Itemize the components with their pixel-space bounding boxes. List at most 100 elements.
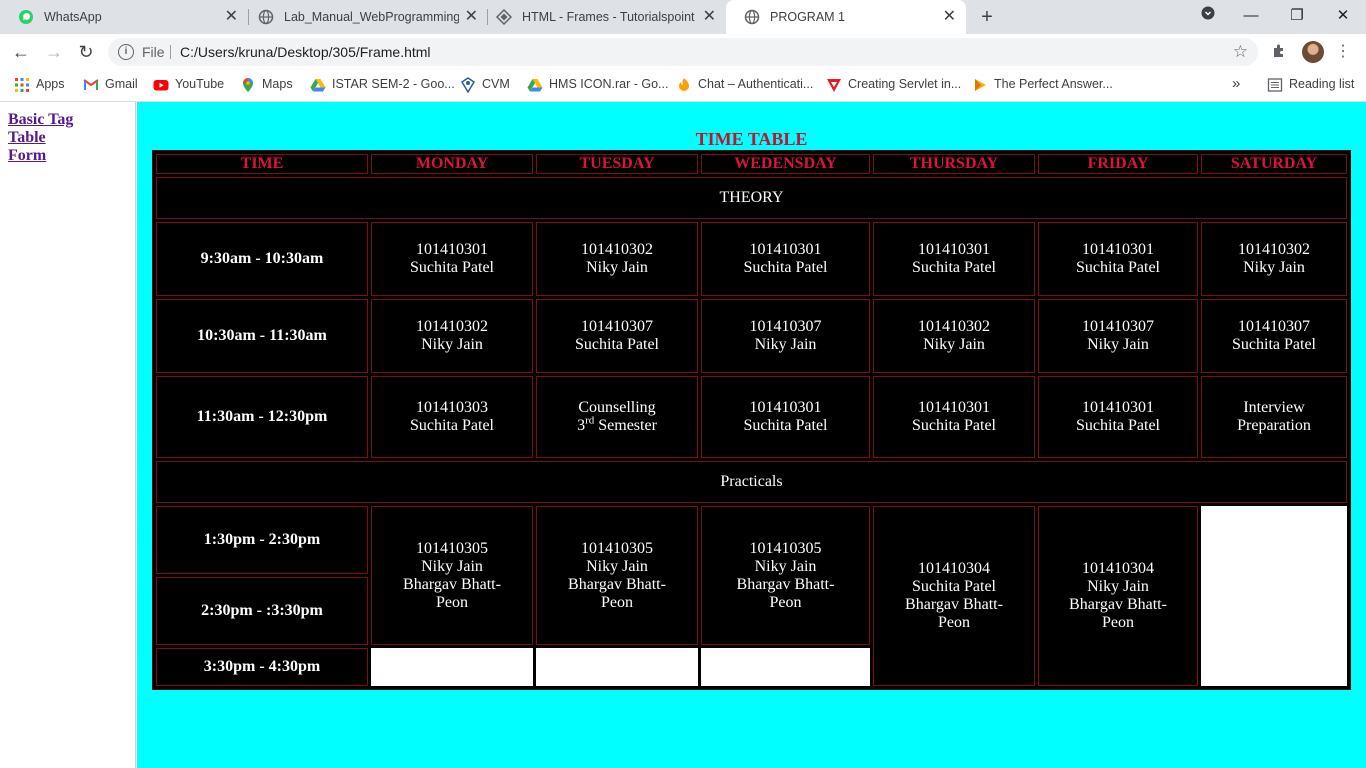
lecture-cell: 101410307 Suchita Patel bbox=[1201, 299, 1347, 373]
restore-icon[interactable]: ❐ bbox=[1283, 4, 1311, 28]
practical-cell: 101410304 Niky Jain Bhargav Bhatt- Peon bbox=[1038, 506, 1198, 686]
maps-pin-icon bbox=[243, 78, 253, 92]
bookmark-label: CVM bbox=[482, 77, 510, 91]
bookmark-maps[interactable]: Maps bbox=[240, 70, 293, 100]
nav-link-form[interactable]: Form bbox=[8, 147, 135, 165]
lecture-cell: 101410303 Suchita Patel bbox=[371, 376, 533, 458]
subject-code: 101410305 bbox=[416, 539, 488, 557]
bookmark-istar[interactable]: ISTAR SEM-2 - Goo... bbox=[310, 70, 455, 100]
time-slot: 3:30pm - 4:30pm bbox=[156, 648, 368, 686]
teacher-name: Niky Jain bbox=[754, 336, 817, 353]
lecture-cell: 101410301 Suchita Patel bbox=[371, 222, 533, 296]
profile-avatar[interactable] bbox=[1302, 41, 1324, 63]
tab-whatsapp[interactable]: WhatsApp ✕ bbox=[0, 0, 248, 34]
subject-code: 101410304 bbox=[1082, 560, 1154, 577]
bookmark-hms-icon[interactable]: HMS ICON.rar - Go... bbox=[527, 70, 668, 100]
semester-number: 3 bbox=[577, 417, 586, 434]
bookmark-cvm[interactable]: CVM bbox=[460, 70, 510, 100]
empty-cell bbox=[701, 648, 870, 686]
close-tab-icon[interactable]: ✕ bbox=[225, 0, 238, 34]
semester-label: Semester bbox=[598, 417, 657, 434]
lecture-cell: 101410302 Niky Jain bbox=[536, 222, 698, 296]
reading-list-label: Reading list bbox=[1289, 77, 1355, 91]
lecture-cell: 101410302 Niky Jain bbox=[1201, 222, 1347, 296]
address-bar[interactable]: i File C:/Users/kruna/Desktop/305/Frame.… bbox=[108, 38, 1258, 66]
table-row: 10:30am - 11:30am 101410302 Niky Jain 101… bbox=[156, 299, 1347, 373]
close-tab-icon[interactable]: ✕ bbox=[703, 0, 716, 34]
subject-code: 101410307 bbox=[749, 318, 822, 335]
subject-code: 101410302 bbox=[1238, 241, 1310, 258]
teacher-name: Niky Jain bbox=[754, 557, 817, 575]
close-tab-icon[interactable]: ✕ bbox=[943, 0, 956, 34]
header-friday: FRIDAY bbox=[1038, 154, 1198, 174]
tab-search-icon[interactable] bbox=[1194, 4, 1222, 28]
tab-title: PROGRAM 1 bbox=[770, 10, 846, 24]
subject-code: 101410307 bbox=[581, 318, 653, 335]
tab-tutorialspoint[interactable]: HTML - Frames - Tutorialspoint ✕ bbox=[478, 0, 726, 34]
bookmark-label: ISTAR SEM-2 - Goo... bbox=[332, 77, 455, 91]
bookmark-perfect-answer[interactable]: The Perfect Answer... bbox=[972, 70, 1113, 100]
subject-code: 101410301 bbox=[749, 241, 822, 258]
practical-cell: 101410305 Niky Jain Bhargav Bhatt- Peon bbox=[701, 506, 870, 645]
address-url[interactable]: C:/Users/kruna/Desktop/305/Frame.html bbox=[180, 38, 431, 66]
nav-frame: Basic Tag Table Form bbox=[0, 102, 136, 768]
back-icon[interactable]: ← bbox=[9, 40, 33, 64]
tab-lab-manual[interactable]: Lab_Manual_WebProgramming_F ✕ bbox=[240, 0, 488, 34]
subject-code: 101410305 bbox=[749, 539, 822, 557]
lecture-cell: 101410301 Suchita Patel bbox=[1038, 376, 1198, 458]
teacher-name: Suchita Patel bbox=[410, 259, 494, 276]
timetable: TIME MONDAY TUESDAY WEDENSDAY THURSDAY F… bbox=[152, 150, 1351, 690]
bookmark-label: Creating Servlet in... bbox=[848, 77, 962, 91]
info-icon[interactable]: i bbox=[118, 44, 134, 60]
section-row: Practicals bbox=[156, 461, 1347, 503]
tab-strip: WhatsApp ✕ Lab_Manual_WebProgramming_F ✕… bbox=[0, 0, 1366, 34]
time-slot: 9:30am - 10:30am bbox=[156, 222, 368, 296]
bookmarks-bar: Apps Gmail YouTube Maps ISTAR SEM-2 - Go… bbox=[0, 70, 1366, 102]
bookmark-servlet[interactable]: Creating Servlet in... bbox=[826, 70, 961, 100]
time-slot: 10:30am - 11:30am bbox=[156, 299, 368, 373]
header-wednesday: WEDENSDAY bbox=[701, 154, 870, 174]
subject-code: 101410301 bbox=[749, 399, 822, 416]
header-row: TIME MONDAY TUESDAY WEDENSDAY THURSDAY F… bbox=[156, 154, 1347, 174]
cvm-icon bbox=[460, 77, 476, 93]
new-tab-icon[interactable]: + bbox=[976, 5, 998, 29]
nav-link-table[interactable]: Table bbox=[8, 129, 135, 147]
subject-code: 101410303 bbox=[416, 399, 488, 416]
bookmarks-overflow-icon[interactable]: » bbox=[1232, 70, 1240, 100]
address-divider bbox=[170, 45, 171, 59]
more-menu-icon[interactable]: ⋮ bbox=[1333, 42, 1353, 62]
lecture-cell: 101410302 Niky Jain bbox=[371, 299, 533, 373]
close-tab-icon[interactable]: ✕ bbox=[465, 0, 478, 34]
teacher-name: Niky Jain bbox=[421, 557, 483, 575]
forward-icon[interactable]: → bbox=[42, 40, 66, 64]
close-window-icon[interactable]: ✕ bbox=[1329, 4, 1357, 28]
tab-title: Lab_Manual_WebProgramming_F bbox=[284, 10, 459, 24]
header-time: TIME bbox=[156, 154, 368, 174]
subject-code: 101410307 bbox=[1238, 318, 1310, 335]
bookmark-label: Gmail bbox=[105, 77, 138, 91]
google-drive-icon bbox=[310, 79, 326, 92]
assistant-role: Peon bbox=[769, 593, 802, 611]
reading-list-button[interactable]: Reading list bbox=[1267, 70, 1354, 100]
teacher-name: Niky Jain bbox=[586, 557, 648, 575]
table-row: 9:30am - 10:30am 101410301 Suchita Patel … bbox=[156, 222, 1347, 296]
bookmark-youtube[interactable]: YouTube bbox=[153, 70, 224, 100]
nav-link-basic-tag[interactable]: Basic Tag bbox=[8, 111, 135, 129]
lecture-cell: 101410307 Niky Jain bbox=[701, 299, 870, 373]
tab-title: HTML - Frames - Tutorialspoint bbox=[522, 10, 695, 24]
bookmark-gmail[interactable]: Gmail bbox=[83, 70, 138, 100]
header-tuesday: TUESDAY bbox=[536, 154, 698, 174]
bookmark-star-icon[interactable]: ☆ bbox=[1233, 38, 1248, 66]
javatpoint-icon bbox=[827, 79, 841, 92]
teacher-name: Suchita Patel bbox=[743, 417, 828, 434]
bookmark-chat[interactable]: Chat – Authenticati... bbox=[676, 70, 813, 100]
lecture-cell: 101410301 Suchita Patel bbox=[873, 376, 1035, 458]
reload-icon[interactable]: ↻ bbox=[74, 40, 98, 64]
subject-code: 101410301 bbox=[1082, 399, 1154, 416]
teacher-name: Niky Jain bbox=[421, 336, 483, 353]
bookmark-label: Chat – Authenticati... bbox=[698, 77, 814, 91]
minimize-icon[interactable]: — bbox=[1237, 4, 1265, 28]
extensions-icon[interactable] bbox=[1269, 42, 1289, 62]
bookmark-apps[interactable]: Apps bbox=[14, 70, 65, 100]
tab-program-1[interactable]: PROGRAM 1 ✕ bbox=[726, 0, 966, 34]
